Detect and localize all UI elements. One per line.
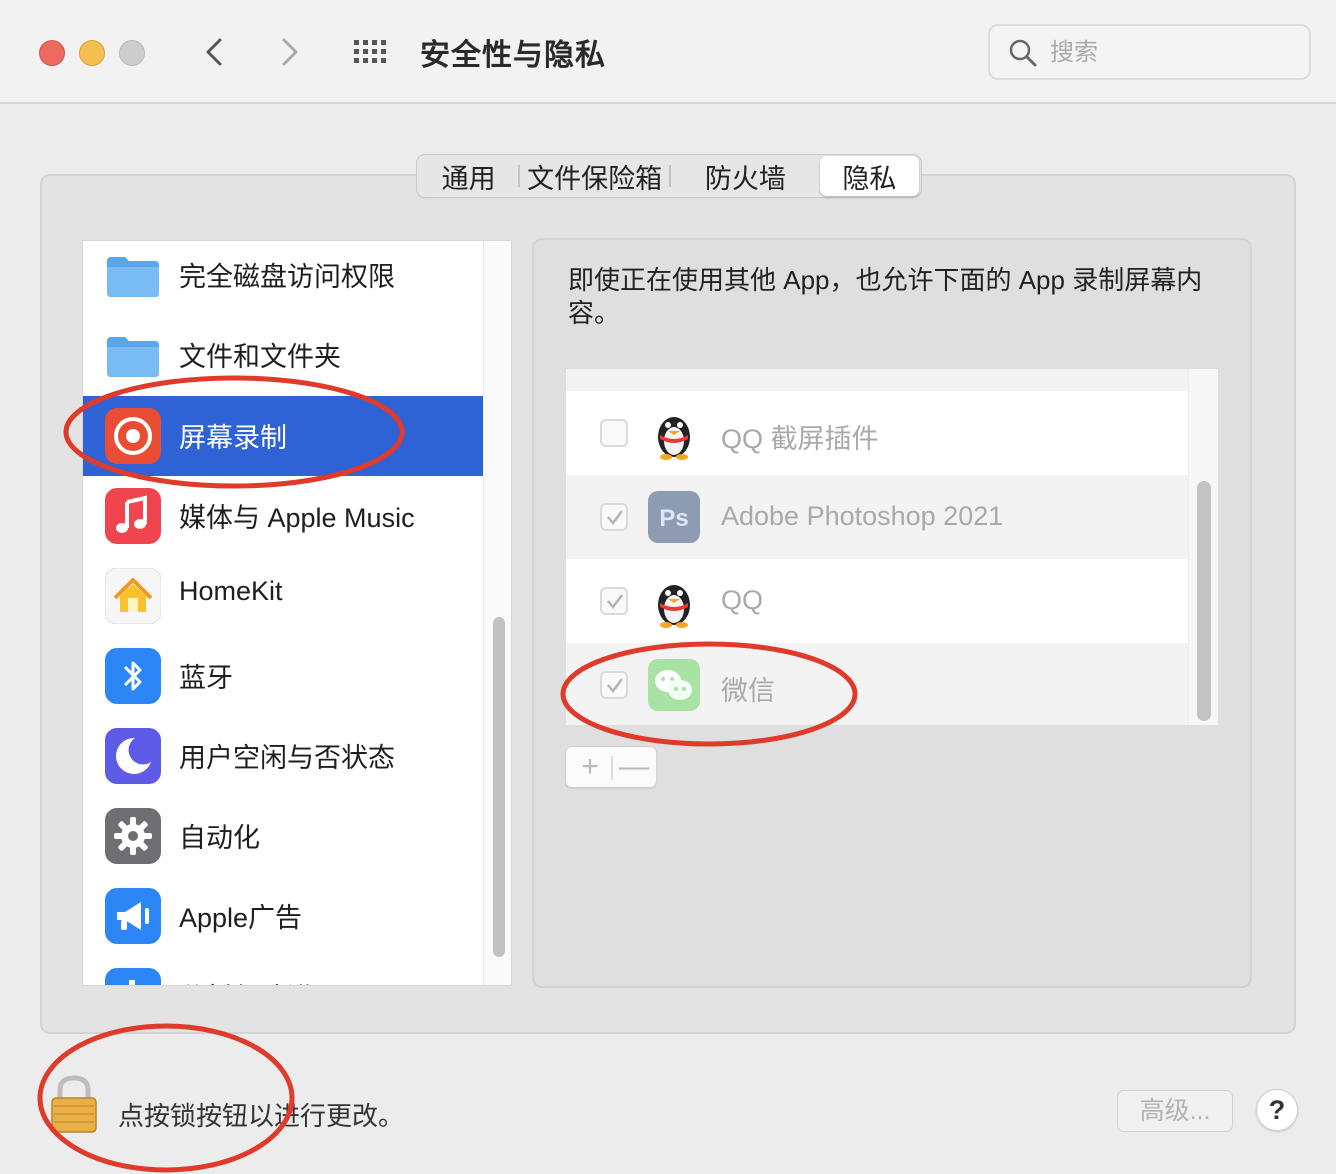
tab-firewall[interactable]: 防火墙 (671, 156, 820, 196)
permission-checkbox[interactable] (600, 587, 628, 615)
privacy-category-list[interactable]: 完全磁盘访问权限 文件和文件夹 屏幕录制 媒体与 Apple Music Hom… (82, 240, 512, 986)
sidebar-item-label: HomeKit (179, 576, 283, 606)
tab-bar: 通用 文件保险箱 防火墙 隐私 (416, 154, 922, 198)
permission-checkbox[interactable] (600, 419, 628, 447)
photoshop-icon: Ps (648, 491, 700, 543)
advanced-button[interactable]: 高级... (1117, 1090, 1233, 1132)
app-name: QQ 截屏插件 (721, 424, 879, 454)
svg-text:Ps: Ps (659, 505, 688, 532)
megaphone-icon (105, 888, 161, 944)
qq-penguin-icon (658, 417, 690, 460)
search-input[interactable] (1050, 34, 1290, 72)
app-row-qq-screenshot[interactable]: QQ 截屏插件 (566, 391, 1190, 475)
sidebar-item-analytics[interactable]: 分析与改进 (83, 956, 485, 985)
app-list-scroll-thumb[interactable] (1197, 481, 1211, 721)
sidebar-item-files-folders[interactable]: 文件和文件夹 (83, 315, 485, 395)
forward-button[interactable] (270, 32, 310, 72)
chevron-left-icon (206, 38, 222, 66)
sidebar-item-label: 分析与改进 (179, 976, 314, 985)
search-icon (1009, 39, 1037, 67)
tab-filevault[interactable]: 文件保险箱 (520, 156, 669, 196)
app-name: Adobe Photoshop 2021 (721, 501, 1004, 531)
grid-icon (354, 40, 386, 63)
qq-penguin-icon (658, 585, 690, 628)
sidebar-item-automation[interactable]: 自动化 (83, 796, 485, 876)
sidebar-item-media-apple-music[interactable]: 媒体与 Apple Music (83, 476, 485, 556)
app-permission-list[interactable]: QQ 截屏插件 Ps Adobe Photoshop 2021 QQ 微信 (565, 368, 1219, 726)
app-row-photoshop[interactable]: Ps Adobe Photoshop 2021 (566, 475, 1190, 559)
sidebar-item-screen-recording[interactable]: 屏幕录制 (83, 396, 485, 476)
list-item-partial (566, 369, 1190, 391)
sidebar-item-apple-ads[interactable]: Apple广告 (83, 876, 485, 956)
folder-icon (107, 257, 159, 297)
add-remove-control: + — (565, 746, 657, 788)
app-name: QQ (721, 585, 764, 615)
sidebar-item-bluetooth[interactable]: 蓝牙 (83, 636, 485, 716)
tab-privacy[interactable]: 隐私 (819, 156, 919, 196)
permission-checkbox[interactable] (600, 503, 628, 531)
app-list-scrollbar[interactable] (1188, 369, 1218, 725)
sidebar-item-label: 文件和文件夹 (179, 342, 341, 372)
search-field[interactable] (988, 24, 1311, 80)
sidebar-item-label: 蓝牙 (179, 663, 233, 693)
bluetooth-icon (105, 648, 161, 704)
checkmark-icon (607, 678, 623, 694)
checkmark-icon (607, 594, 623, 610)
wechat-icon (648, 659, 700, 711)
app-name: 微信 (721, 676, 775, 706)
sidebar-item-label: 用户空闲与否状态 (179, 743, 395, 773)
sidebar-item-label: 完全磁盘访问权限 (179, 262, 395, 292)
app-row-wechat[interactable]: 微信 (566, 643, 1190, 725)
lock-hint-text: 点按锁按钮以进行更改。 (118, 1101, 405, 1131)
lock-icon[interactable] (48, 1074, 100, 1134)
permission-checkbox[interactable] (600, 671, 628, 699)
sidebar-scroll-thumb[interactable] (493, 617, 505, 957)
chevron-right-icon (282, 38, 298, 66)
add-app-button[interactable]: + (568, 751, 612, 783)
close-window-button[interactable] (39, 40, 65, 66)
app-row-qq[interactable]: QQ (566, 559, 1190, 643)
sidebar-scrollbar[interactable] (483, 241, 511, 985)
window-title: 安全性与隐私 (420, 39, 606, 72)
zoom-window-button[interactable] (119, 40, 145, 66)
folder-icon (107, 337, 159, 377)
minimize-window-button[interactable] (79, 40, 105, 66)
show-all-button[interactable] (350, 36, 394, 68)
moon-icon (105, 728, 161, 784)
sidebar-item-homekit[interactable]: HomeKit (83, 556, 485, 636)
screen-recording-description: 即使正在使用其他 App，也允许下面的 App 录制屏幕内容。 (568, 265, 1203, 328)
back-button[interactable] (196, 32, 236, 72)
sidebar-item-user-idle[interactable]: 用户空闲与否状态 (83, 716, 485, 796)
sidebar-item-label: 屏幕录制 (179, 423, 287, 453)
music-icon (105, 488, 161, 544)
help-button[interactable]: ? (1256, 1089, 1298, 1131)
home-icon (105, 568, 161, 624)
remove-app-button[interactable]: — (612, 751, 656, 783)
analytics-icon (105, 968, 161, 985)
gear-icon (105, 808, 161, 864)
sidebar-item-label: Apple广告 (179, 903, 303, 933)
screen-record-icon (105, 408, 161, 464)
tab-general[interactable]: 通用 (419, 156, 518, 196)
sidebar-item-label: 自动化 (179, 823, 260, 853)
sidebar-item-label: 媒体与 Apple Music (179, 503, 415, 533)
sidebar-item-full-disk-access[interactable]: 完全磁盘访问权限 (83, 241, 485, 315)
checkmark-icon (607, 510, 623, 526)
title-bar: 安全性与隐私 (0, 0, 1336, 104)
